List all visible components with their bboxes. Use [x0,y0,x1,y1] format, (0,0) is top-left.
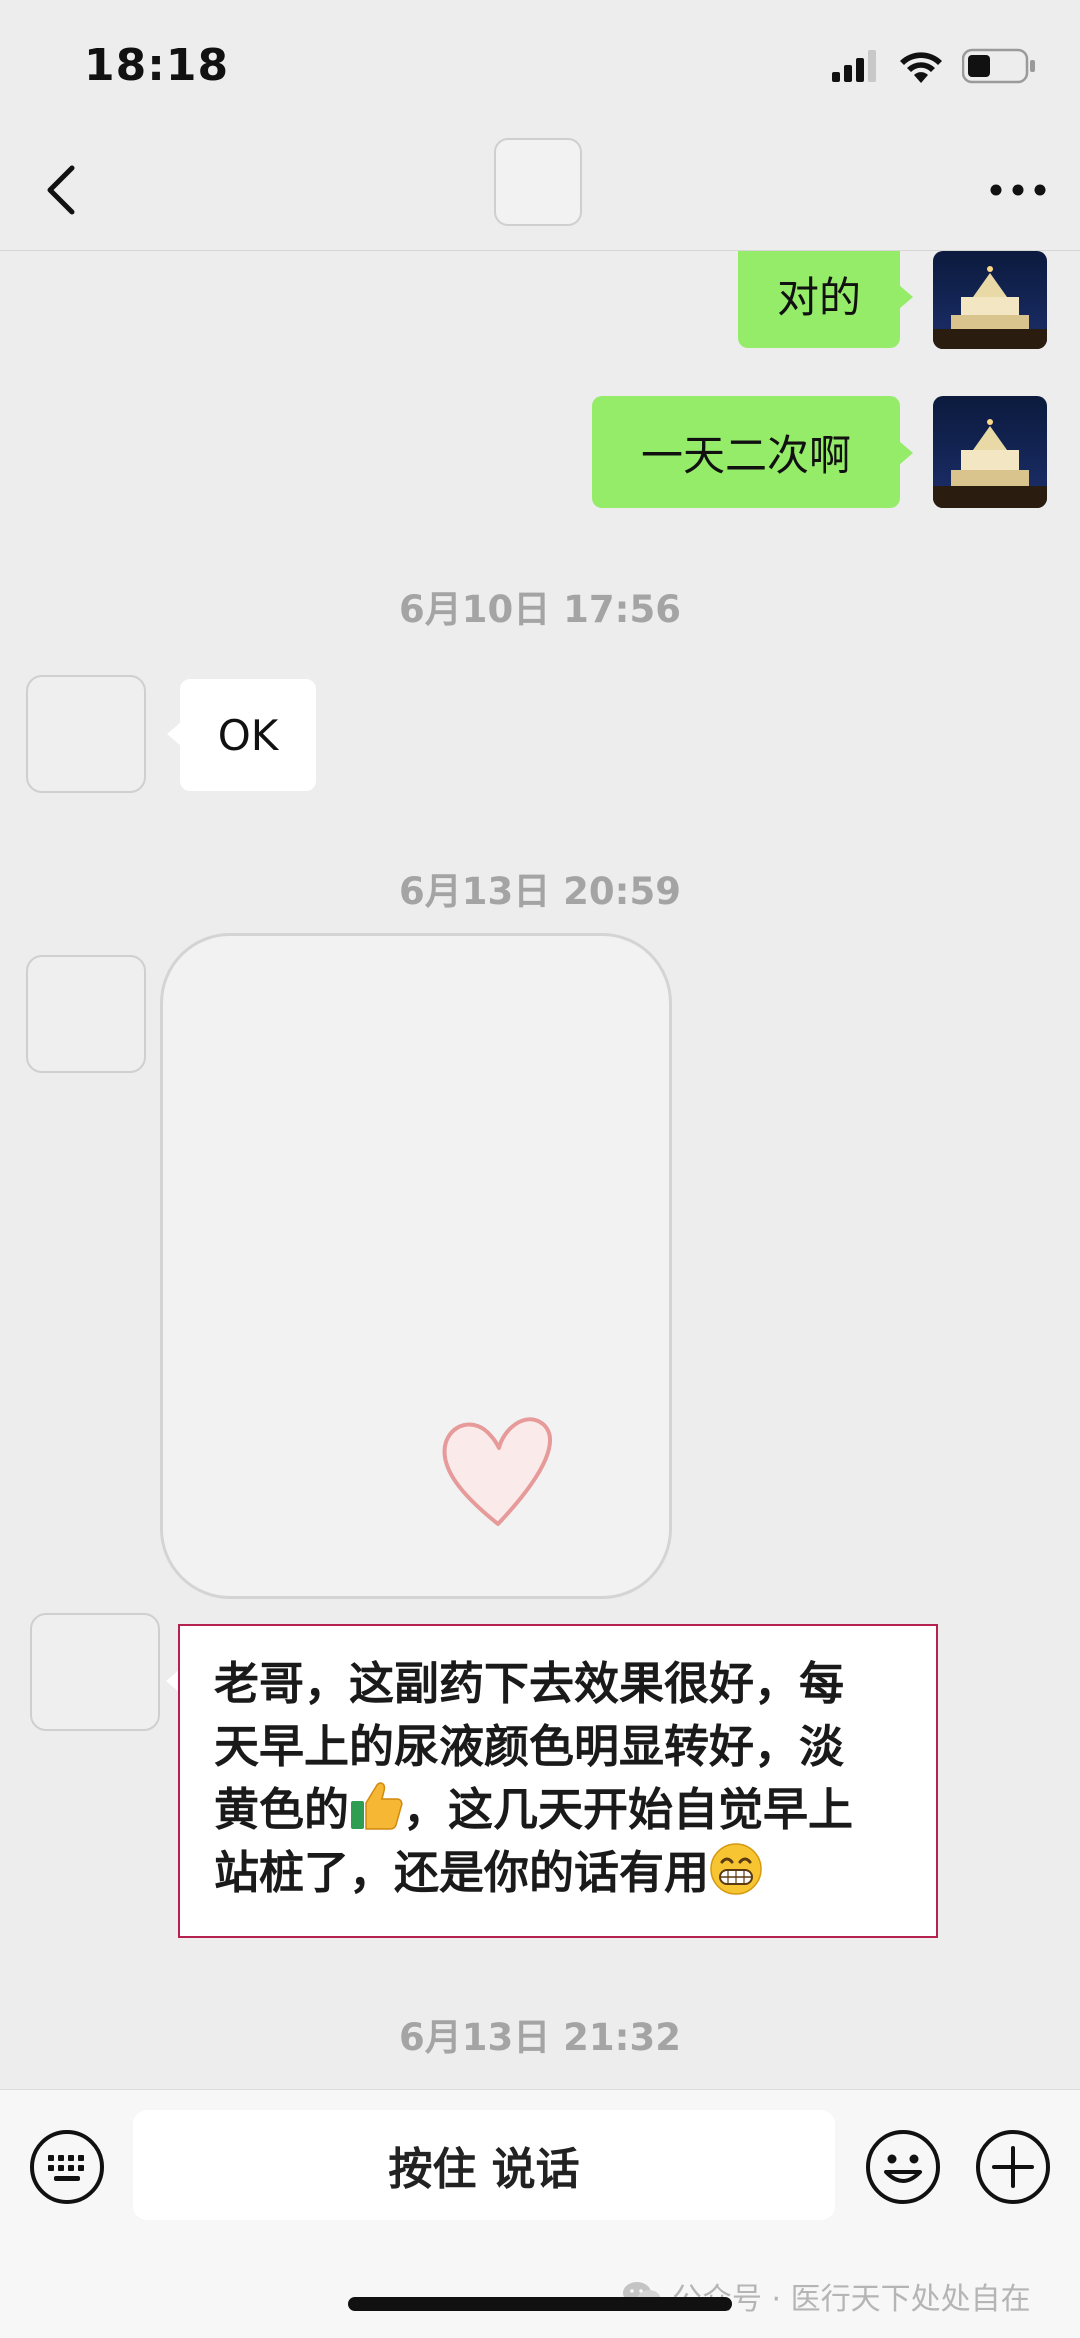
sticker-message[interactable] [160,933,672,1599]
contact-avatar[interactable] [26,955,146,1073]
home-indicator[interactable] [348,2297,732,2311]
more-dots-icon[interactable] [986,160,1050,220]
bubble-tail [899,285,913,309]
my-avatar[interactable] [933,396,1047,508]
chat-header [0,130,1080,251]
my-avatar[interactable] [933,251,1047,349]
cellular-signal-icon [832,50,876,82]
keyboard-icon[interactable] [28,2128,106,2206]
timestamp: 6月10日 17:56 [399,588,681,631]
message-text: 一天二次啊 [640,430,851,480]
timestamp: 6月13日 21:32 [399,2016,681,2059]
contact-avatar[interactable] [30,1613,160,1731]
message-line-part: 站桩了，还是你的话有用 [214,1846,710,1899]
message-line: 站桩了，还是你的话有用 [214,1841,904,1904]
wifi-icon [900,52,942,83]
message-line: 黄色的 ，这几天开始自觉早上 [214,1778,904,1841]
watermark-text: 公众号 · 医行天下处处自在 [672,2282,1031,2317]
palace-night-avatar-image [933,396,1047,508]
hold-to-talk-button[interactable]: 按住 说话 [133,2110,835,2220]
heart-icon [442,1417,552,1526]
palace-night-avatar-image [933,251,1047,349]
timestamp: 6月13日 20:59 [399,870,681,913]
bubble-tail [167,722,181,746]
message-list[interactable]: 对的 一天二次啊 6月10日 17:56 OK 6月13日 20:59 老哥，这… [0,251,1080,2089]
received-message[interactable]: OK [180,679,316,791]
chevron-left-icon[interactable] [34,160,94,220]
contact-avatar[interactable] [26,675,146,793]
sent-message[interactable]: 对的 [738,251,900,348]
battery-icon [962,48,1035,84]
watermark: 公众号 · 医行天下处处自在 [622,2274,1031,2318]
message-line-part: 黄色的 [214,1783,350,1836]
message-line: 天早上的尿液颜色明显转好，淡 [214,1720,845,1773]
status-icons [832,48,1036,84]
message-line-part: ，这几天开始自觉早上 [403,1783,854,1836]
bubble-tail [899,441,913,465]
received-message-highlighted[interactable]: 老哥，这副药下去效果很好，每 天早上的尿液颜色明显转好，淡 黄色的 ，这几天开始… [178,1624,938,1938]
status-time: 18:18 [84,40,230,91]
status-bar: 18:18 [0,0,1080,130]
grinning-emoji-icon [710,1843,762,1895]
chat-title-placeholder [494,138,582,226]
message-text: 对的 [776,273,861,322]
message-text: OK [217,710,279,760]
smiley-icon[interactable] [864,2128,942,2206]
thumbs-up-emoji-icon [351,1782,403,1830]
sent-message[interactable]: 一天二次啊 [592,396,900,508]
message-line: 老哥，这副药下去效果很好，每 [214,1657,845,1710]
plus-icon[interactable] [974,2128,1052,2206]
